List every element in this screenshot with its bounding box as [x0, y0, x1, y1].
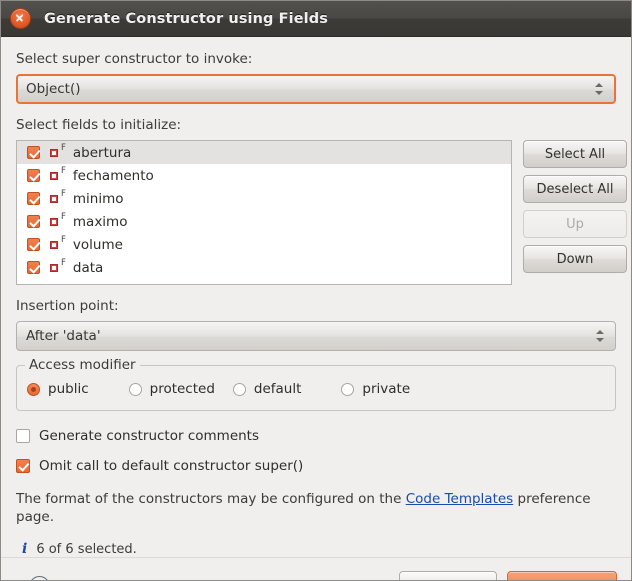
- super-constructor-combo[interactable]: Object(): [16, 74, 616, 104]
- radio-public[interactable]: public: [27, 381, 89, 397]
- java-field-icon: [50, 263, 58, 272]
- option-checkbox[interactable]: [16, 459, 30, 473]
- down-button[interactable]: Down: [523, 245, 627, 273]
- field-name: maximo: [72, 213, 128, 230]
- fields-area: Fabertura Ffechamento Fminimo Fmaximo Fvolum…: [16, 140, 627, 285]
- generate-constructor-dialog: Generate Constructor using Fields Select…: [0, 0, 632, 581]
- help-icon[interactable]: ?: [29, 576, 50, 580]
- insertion-point-label: Insertion point:: [16, 298, 119, 314]
- field-name: minimo: [72, 190, 124, 207]
- option-label: Generate constructor comments: [39, 428, 260, 444]
- field-checkbox[interactable]: [27, 146, 40, 159]
- status-text: 6 of 6 selected.: [36, 541, 137, 557]
- super-constructor-value: Object(): [26, 81, 81, 97]
- fields-list[interactable]: Fabertura Ffechamento Fminimo Fmaximo Fvolum…: [16, 140, 512, 285]
- deselect-all-button[interactable]: Deselect All: [523, 175, 627, 203]
- super-constructor-label: Select super constructor to invoke:: [16, 51, 253, 67]
- field-checkbox[interactable]: [27, 169, 40, 182]
- field-list-item[interactable]: Fdata: [17, 256, 511, 279]
- field-marker-icon: F: [61, 258, 66, 268]
- field-name: fechamento: [72, 167, 154, 184]
- java-field-icon: [50, 148, 58, 157]
- fields-side-buttons: Select All Deselect All Up Down: [523, 140, 627, 285]
- field-list-item[interactable]: Fabertura: [17, 141, 511, 164]
- dialog-content: Select super constructor to invoke: Obje…: [1, 37, 631, 557]
- chevron-updown-icon[interactable]: [592, 330, 607, 342]
- field-checkbox[interactable]: [27, 238, 40, 251]
- field-name: volume: [72, 236, 123, 253]
- access-modifier-title: Access modifier: [25, 357, 140, 373]
- radio-indicator[interactable]: [128, 382, 142, 396]
- cancel-button[interactable]: Cancel: [399, 570, 497, 580]
- chevron-updown-icon[interactable]: [591, 83, 606, 95]
- field-checkbox[interactable]: [27, 215, 40, 228]
- java-field-icon: [50, 171, 58, 180]
- code-templates-hint: The format of the constructors may be co…: [16, 490, 616, 526]
- field-marker-icon: F: [61, 189, 66, 199]
- field-marker-icon: F: [61, 212, 66, 222]
- radio-protected[interactable]: protected: [128, 381, 215, 397]
- radio-indicator[interactable]: [232, 382, 246, 396]
- select-all-button[interactable]: Select All: [523, 140, 627, 168]
- insertion-point-value: After 'data': [26, 328, 101, 344]
- options-list: Generate constructor comments Omit call t…: [16, 428, 616, 474]
- insertion-point-combo[interactable]: After 'data': [16, 321, 616, 351]
- hint-text-before: The format of the constructors may be co…: [16, 491, 406, 507]
- option-label: Omit call to default constructor super(): [39, 458, 304, 474]
- option-checkbox[interactable]: [16, 429, 30, 443]
- radio-indicator[interactable]: [341, 382, 355, 396]
- radio-label: public: [48, 381, 89, 397]
- radio-label: default: [253, 381, 302, 397]
- ok-button[interactable]: OK: [507, 570, 617, 580]
- status-row: i 6 of 6 selected.: [16, 541, 616, 557]
- field-checkbox[interactable]: [27, 261, 40, 274]
- field-list-item[interactable]: Ffechamento: [17, 164, 511, 187]
- radio-indicator[interactable]: [27, 382, 40, 396]
- field-checkbox[interactable]: [27, 192, 40, 205]
- fields-label: Select fields to initialize:: [16, 117, 182, 133]
- field-marker-icon: F: [61, 166, 66, 176]
- up-button: Up: [523, 210, 627, 238]
- access-modifier-radios: public protected default private: [27, 381, 605, 397]
- field-list-item[interactable]: Fminimo: [17, 187, 511, 210]
- title-bar: Generate Constructor using Fields: [1, 1, 631, 37]
- code-templates-link[interactable]: Code Templates: [406, 491, 514, 507]
- option-checkbox-row[interactable]: Generate constructor comments: [16, 428, 616, 444]
- option-checkbox-row[interactable]: Omit call to default constructor super(): [16, 458, 616, 474]
- window-title: Generate Constructor using Fields: [44, 10, 328, 27]
- java-field-icon: [50, 194, 58, 203]
- java-field-icon: [50, 217, 58, 226]
- radio-label: private: [362, 381, 411, 397]
- info-icon: i: [22, 541, 28, 557]
- field-list-item[interactable]: Fvolume: [17, 233, 511, 256]
- access-modifier-group: Access modifier public protected default pr…: [16, 357, 616, 411]
- field-marker-icon: F: [61, 143, 66, 153]
- field-name: data: [72, 259, 104, 276]
- close-icon[interactable]: [10, 8, 31, 29]
- radio-private[interactable]: private: [341, 381, 410, 397]
- radio-label: protected: [149, 381, 215, 397]
- java-field-icon: [50, 240, 58, 249]
- field-list-item[interactable]: Fmaximo: [17, 210, 511, 233]
- field-name: abertura: [72, 144, 132, 161]
- dialog-footer: ? Cancel OK: [1, 557, 631, 580]
- radio-default[interactable]: default: [232, 381, 302, 397]
- field-marker-icon: F: [61, 235, 66, 245]
